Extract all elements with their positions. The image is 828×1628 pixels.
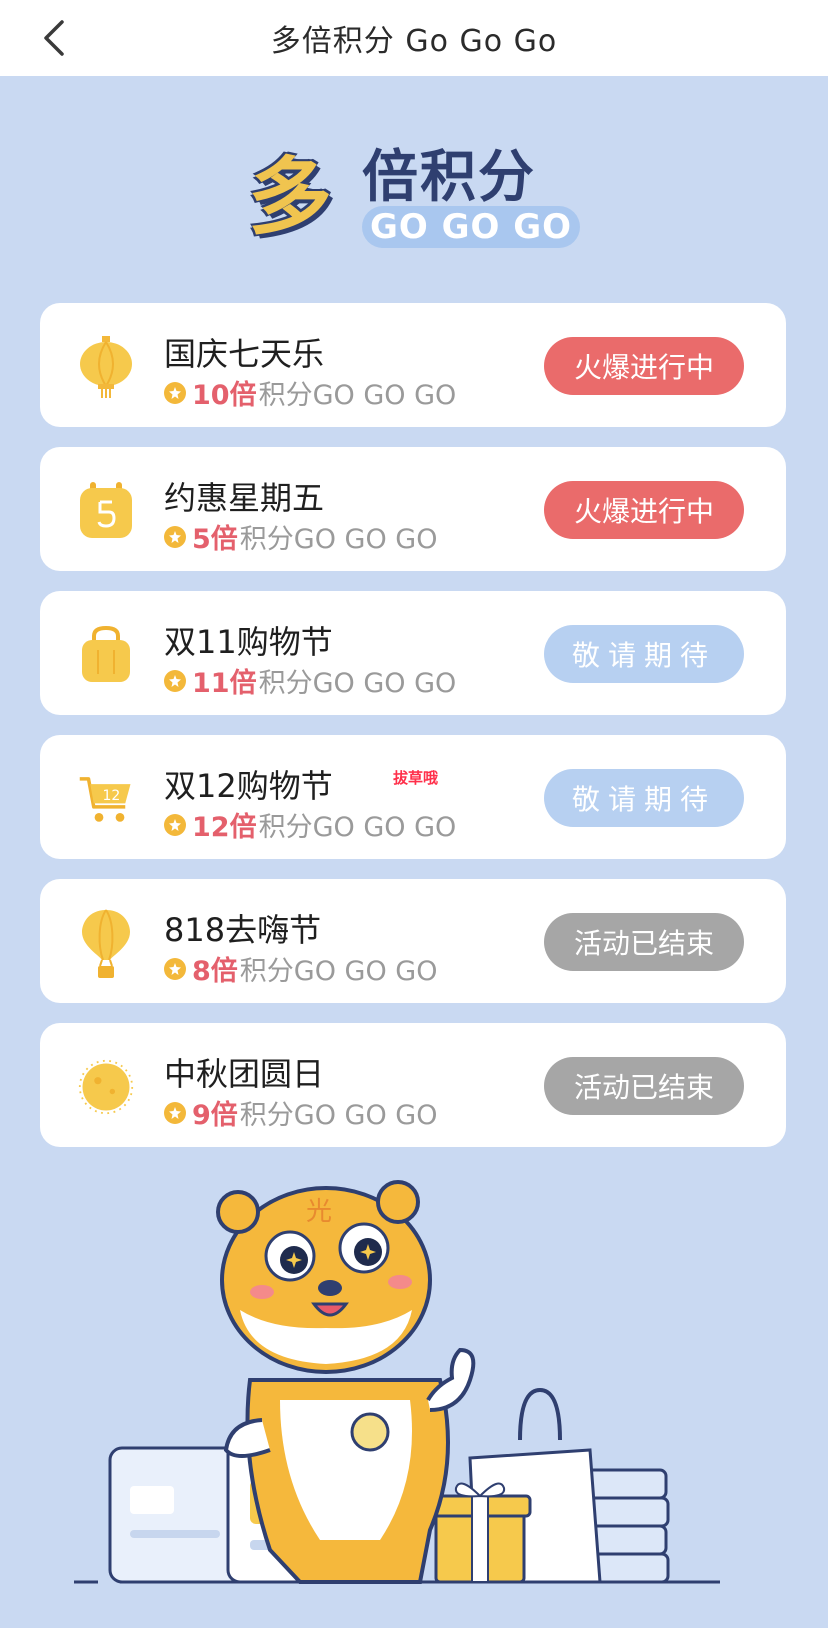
campaign-multiplier: 12倍 [192, 812, 257, 843]
campaign-card-mid-autumn[interactable]: 中秋团圆日 9倍 积分GO GO GO 活动已结束 [40, 1023, 786, 1147]
hot-air-balloon-icon [78, 909, 134, 978]
mascot-illustration: 光 [0, 1150, 828, 1624]
coin-icon [164, 669, 186, 692]
campaign-multiplier: 5倍 [192, 524, 238, 555]
coin-icon [164, 813, 186, 836]
svg-text:12: 12 [103, 788, 121, 804]
moon-icon [78, 1059, 134, 1115]
campaign-title: 中秋团圆日 [164, 1055, 325, 1093]
campaign-card-national-day[interactable]: 国庆七天乐 10倍 积分GO GO GO 火爆进行中 [40, 303, 786, 427]
shopping-cart-icon: 12 [78, 771, 134, 827]
chevron-left-icon [44, 20, 64, 56]
logo-big-char: 多 [248, 148, 333, 246]
logo-title: 倍积分 [362, 145, 536, 210]
campaign-multiplier: 9倍 [192, 1100, 238, 1131]
status-button[interactable]: 火爆进行中 [544, 481, 744, 539]
campaign-multiplier: 8倍 [192, 956, 238, 987]
campaign-title: 国庆七天乐 [164, 335, 325, 373]
hero-logo: 多 倍积分 GO GO GO [0, 108, 828, 258]
campaign-card-friday[interactable]: 约惠星期五 5倍 积分GO GO GO 火爆进行中 [40, 447, 786, 571]
campaign-tagline: 积分GO GO GO [258, 812, 457, 843]
lantern-icon [78, 336, 134, 398]
coin-icon [164, 525, 186, 548]
campaign-title: 818去嗨节 [164, 911, 322, 949]
campaign-title: 双12购物节 [164, 767, 333, 805]
campaign-title: 双11购物节 [164, 623, 333, 661]
status-button[interactable]: 敬请期待 [544, 769, 744, 827]
campaign-subtitle: 5倍 积分GO GO GO [164, 517, 438, 556]
calendar-five-icon [78, 482, 134, 539]
status-button[interactable]: 活动已结束 [544, 1057, 744, 1115]
status-button[interactable]: 火爆进行中 [544, 337, 744, 395]
campaign-subtitle: 11倍 积分GO GO GO [164, 661, 456, 700]
status-button[interactable]: 活动已结束 [544, 913, 744, 971]
coin-icon [164, 1101, 186, 1124]
campaign-list: 国庆七天乐 10倍 积分GO GO GO 火爆进行中 约惠星期五 5倍 积分GO… [40, 303, 786, 1167]
campaign-subtitle: 10倍 积分GO GO GO [164, 373, 456, 412]
coin-icon [164, 381, 186, 404]
page-title: 多倍积分 Go Go Go [270, 24, 558, 59]
campaign-card-double-12[interactable]: 12 双12购物节 12倍 积分GO GO GO 敬请期待 [40, 735, 786, 859]
campaign-tagline: 积分GO GO GO [258, 668, 457, 699]
campaign-tagline: 积分GO GO GO [239, 524, 438, 555]
campaign-tagline: 积分GO GO GO [239, 1100, 438, 1131]
campaign-multiplier: 11倍 [192, 668, 257, 699]
campaign-multiplier: 10倍 [192, 380, 257, 411]
mascot-forehead-text: 光 [306, 1197, 332, 1227]
campaign-subtitle: 8倍 积分GO GO GO [164, 949, 438, 988]
campaign-card-818[interactable]: 818去嗨节 8倍 积分GO GO GO 活动已结束 [40, 879, 786, 1003]
status-button[interactable]: 敬请期待 [544, 625, 744, 683]
shopping-bag-icon [78, 626, 134, 683]
campaign-card-double-11[interactable]: 双11购物节 11倍 积分GO GO GO 敬请期待 [40, 591, 786, 715]
campaign-subtitle: 12倍 积分GO GO GO [164, 805, 456, 844]
campaign-title: 约惠星期五 [164, 479, 325, 517]
coin-icon [164, 957, 186, 980]
nav-bar: 多倍积分 Go Go Go [0, 0, 828, 76]
back-button[interactable] [30, 14, 78, 62]
watermark-text: 拔草哦 [393, 769, 439, 787]
campaign-subtitle: 9倍 积分GO GO GO [164, 1093, 438, 1132]
logo-tagline: GO GO GO [362, 206, 580, 248]
campaign-tagline: 积分GO GO GO [258, 380, 457, 411]
campaign-tagline: 积分GO GO GO [239, 956, 438, 987]
